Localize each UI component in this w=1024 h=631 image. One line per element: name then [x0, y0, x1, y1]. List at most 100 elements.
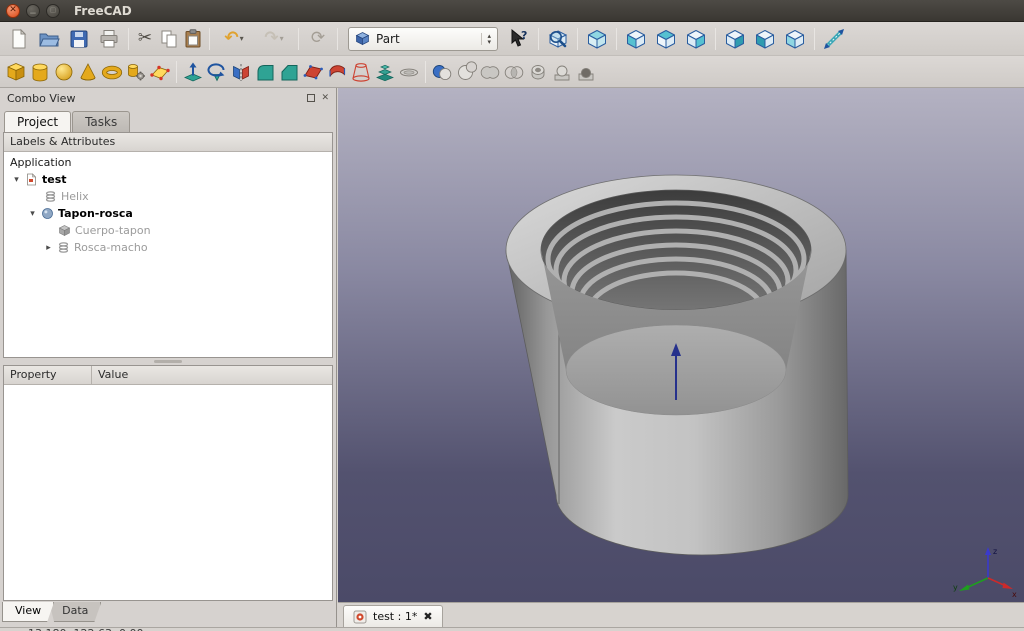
main-area: Combo View ✕ Project Tasks Labels & Attr…	[0, 88, 1024, 627]
front-view-button[interactable]	[621, 25, 651, 53]
cylinder-button[interactable]	[28, 58, 52, 86]
boolean-intersection-icon	[503, 61, 525, 83]
sweep-button[interactable]	[373, 58, 397, 86]
maximize-window-button[interactable]: ▢	[46, 4, 60, 18]
boolean-button[interactable]	[430, 58, 454, 86]
sphere-button[interactable]	[52, 58, 76, 86]
new-document-button[interactable]	[4, 25, 34, 53]
extrude-button[interactable]	[181, 58, 205, 86]
boolean-cut-icon	[455, 61, 477, 83]
cut-icon: ✂	[138, 30, 152, 47]
tree-item-rosca-macho[interactable]: ▸ Rosca-macho	[4, 239, 332, 256]
box-button[interactable]	[4, 58, 28, 86]
redo-button[interactable]: ↷▾	[254, 25, 294, 53]
combo-view-tabs: Project Tasks	[0, 108, 336, 132]
toolbar-separator	[715, 28, 716, 50]
tab-data[interactable]: Data	[49, 602, 101, 622]
fit-all-button[interactable]	[543, 25, 573, 53]
tab-view[interactable]: View	[2, 602, 54, 622]
property-column-header[interactable]: Property	[4, 366, 92, 384]
join-connect-icon	[527, 61, 549, 83]
rear-view-button[interactable]	[720, 25, 750, 53]
redo-dropdown-icon[interactable]: ▾	[280, 34, 284, 43]
document-tab[interactable]: test : 1* ✖	[343, 605, 443, 627]
tree-item-tapon-rosca[interactable]: ▾ Tapon-rosca	[4, 205, 332, 222]
undo-button[interactable]: ↶▾	[214, 25, 254, 53]
expander-right-icon[interactable]: ▸	[44, 243, 53, 253]
boolean-intersection-button[interactable]	[502, 58, 526, 86]
expander-down-icon[interactable]: ▾	[28, 209, 37, 219]
tab-project[interactable]: Project	[4, 111, 71, 133]
status-bar: 13.180, 122.63, 0.00 mm	[0, 627, 1024, 631]
expander-down-icon[interactable]: ▾	[12, 175, 21, 185]
boolean-icon	[431, 61, 453, 83]
axonometric-view-button[interactable]	[582, 25, 612, 53]
tree-root[interactable]: Application	[4, 154, 332, 171]
close-window-button[interactable]: ✕	[6, 4, 20, 18]
close-panel-icon[interactable]: ✕	[321, 94, 329, 103]
bottom-view-button[interactable]	[750, 25, 780, 53]
threaded-cap-model[interactable]	[338, 88, 1024, 602]
boolean-union-button[interactable]	[478, 58, 502, 86]
print-button[interactable]	[94, 25, 124, 53]
bottom-view-icon	[753, 27, 777, 51]
copy-icon	[157, 27, 181, 51]
panel-splitter[interactable]	[0, 358, 336, 365]
value-column-header[interactable]: Value	[92, 366, 332, 384]
undo-dropdown-icon[interactable]: ▾	[240, 34, 244, 43]
make-face-button[interactable]	[301, 58, 325, 86]
fillet-button[interactable]	[253, 58, 277, 86]
refresh-button[interactable]: ⟳	[303, 25, 333, 53]
right-view-button[interactable]	[681, 25, 711, 53]
box-shape-icon	[58, 224, 71, 237]
document-tab-label: test : 1*	[373, 610, 417, 623]
float-panel-icon[interactable]	[307, 94, 315, 102]
loft-button[interactable]	[349, 58, 373, 86]
workbench-selector[interactable]: Part ▴▾	[348, 27, 498, 51]
toolbar-separator	[814, 28, 815, 50]
property-table-body[interactable]	[4, 385, 332, 600]
toolbar-separator	[128, 28, 129, 50]
boolean-cut-button[interactable]	[454, 58, 478, 86]
box-icon	[5, 61, 27, 83]
ruled-surface-button[interactable]	[325, 58, 349, 86]
left-view-button[interactable]	[780, 25, 810, 53]
tab-tasks[interactable]: Tasks	[72, 111, 130, 132]
save-document-button[interactable]	[64, 25, 94, 53]
open-document-button[interactable]	[34, 25, 64, 53]
document-icon	[25, 173, 38, 186]
paste-button[interactable]	[181, 25, 205, 53]
mirror-button[interactable]	[229, 58, 253, 86]
copy-button[interactable]	[157, 25, 181, 53]
create-primitives-button[interactable]	[124, 58, 148, 86]
3d-canvas[interactable]: z y x	[338, 88, 1024, 602]
top-view-button[interactable]	[651, 25, 681, 53]
new-document-icon	[7, 27, 31, 51]
ruled-surface-icon	[326, 61, 348, 83]
measure-linear-button[interactable]	[819, 25, 849, 53]
cut-button[interactable]: ✂	[133, 25, 157, 53]
fillet-icon	[254, 61, 276, 83]
axis-triad: z y x	[950, 538, 1020, 598]
combo-view-header: Combo View ✕	[0, 88, 336, 108]
mirror-icon	[230, 61, 252, 83]
toolbar-separator	[577, 28, 578, 50]
combo-spinner-icon[interactable]: ▴▾	[481, 33, 491, 45]
minimize-window-button[interactable]: ▁	[26, 4, 40, 18]
chamfer-button[interactable]	[277, 58, 301, 86]
paste-icon	[181, 27, 205, 51]
tree-item-cuerpo-tapon[interactable]: Cuerpo-tapon	[4, 222, 332, 239]
join-connect-button[interactable]	[526, 58, 550, 86]
combo-view-title: Combo View	[7, 92, 75, 105]
join-cutout-button[interactable]	[574, 58, 598, 86]
close-document-icon[interactable]: ✖	[423, 610, 432, 623]
join-embed-button[interactable]	[550, 58, 574, 86]
cross-sections-button[interactable]	[397, 58, 421, 86]
tree-item-helix[interactable]: Helix	[4, 188, 332, 205]
revolve-button[interactable]	[205, 58, 229, 86]
tree-item-test[interactable]: ▾ test	[4, 171, 332, 188]
torus-button[interactable]	[100, 58, 124, 86]
shape-builder-button[interactable]	[148, 58, 172, 86]
cone-button[interactable]	[76, 58, 100, 86]
whats-this-button[interactable]: ?	[504, 25, 534, 53]
